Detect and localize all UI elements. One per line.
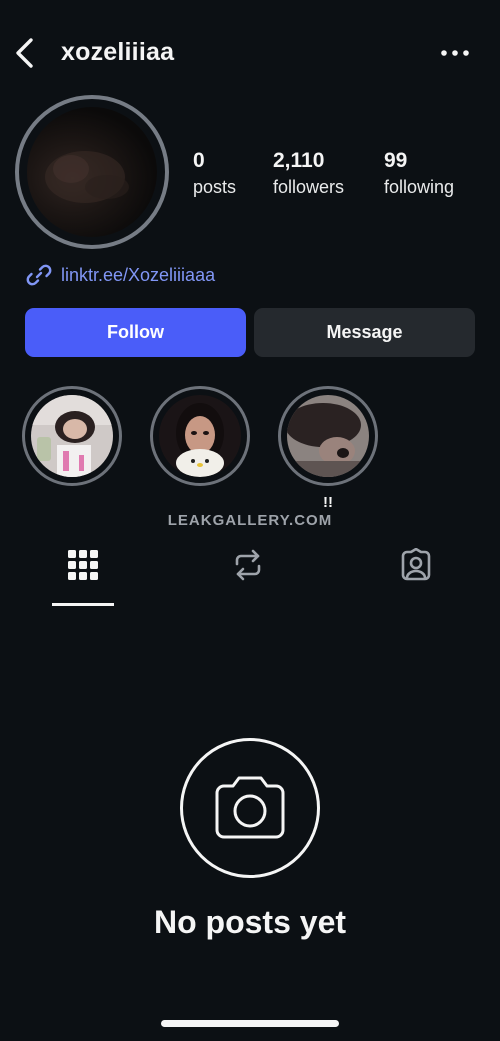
tab-posts-grid[interactable] <box>52 548 114 606</box>
camera-icon <box>215 776 285 839</box>
posts-count-value: 0 <box>193 149 205 172</box>
posts-count-label: posts <box>193 177 237 197</box>
follow-button[interactable]: Follow <box>25 308 246 357</box>
avatar-photo <box>45 151 129 203</box>
more-options-button[interactable] <box>438 36 472 70</box>
profile-username: xozeliiiaa <box>61 38 175 66</box>
chevron-left-icon <box>16 38 33 68</box>
followers-count[interactable]: 2,110 followers <box>273 148 344 200</box>
story-highlight-1[interactable] <box>22 386 122 486</box>
story-highlight-3[interactable] <box>278 386 378 486</box>
highlight-cover-2 <box>159 395 241 477</box>
posts-count: 0 posts <box>193 148 236 200</box>
following-count-value: 99 <box>384 149 408 172</box>
tab-tagged[interactable] <box>385 548 447 606</box>
watermark-text: LEAKGALLERY.COM <box>167 512 333 529</box>
highlight-label-3: !! <box>323 494 333 511</box>
link-icon <box>26 264 52 286</box>
empty-state-icon-circle <box>180 738 320 878</box>
grid-icon <box>68 550 98 580</box>
profile-avatar-ring[interactable] <box>15 95 169 249</box>
bio-link-text: linktr.ee/Xozeliiiaaa <box>61 264 216 285</box>
more-dots-icon <box>441 50 469 56</box>
tab-reposts[interactable] <box>217 548 279 606</box>
repost-icon <box>235 549 261 581</box>
story-highlight-2[interactable] <box>150 386 250 486</box>
empty-state-title: No posts yet <box>153 904 347 940</box>
bio-link[interactable]: linktr.ee/Xozeliiiaaa <box>25 260 215 290</box>
following-count[interactable]: 99 following <box>384 148 454 200</box>
profile-page: xozeliiiaa 0 posts 2,110 followers 99 fo… <box>0 0 500 1041</box>
profile-header: xozeliiiaa <box>0 22 500 84</box>
profile-avatar <box>27 107 157 237</box>
highlight-cover-1 <box>31 395 113 477</box>
highlight-cover-3 <box>287 395 369 477</box>
message-button[interactable]: Message <box>254 308 475 357</box>
following-count-label: following <box>384 177 455 197</box>
active-tab-indicator <box>52 603 114 606</box>
followers-count-value: 2,110 <box>273 149 325 172</box>
tagged-person-icon <box>401 548 431 581</box>
followers-count-label: followers <box>273 177 345 197</box>
back-button[interactable] <box>10 34 42 72</box>
home-indicator[interactable] <box>161 1020 339 1027</box>
